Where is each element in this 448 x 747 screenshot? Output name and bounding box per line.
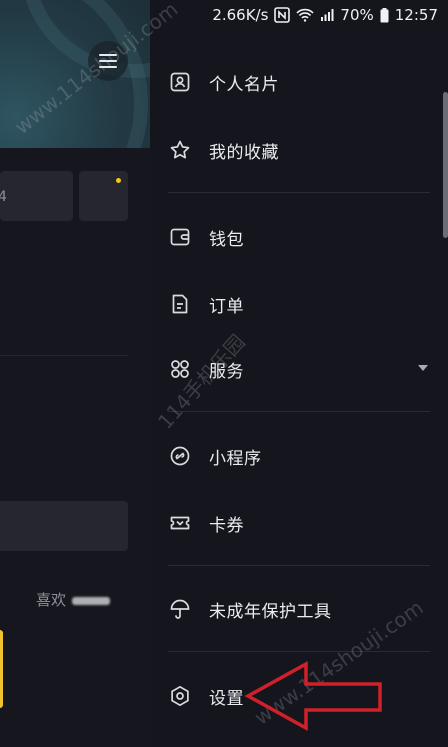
order-icon [168,292,192,316]
like-tab[interactable]: 喜欢 [36,589,111,610]
search-bar[interactable] [0,501,128,551]
drawer-item-label: 未成年保护工具 [209,601,332,622]
drawer-divider [168,411,430,412]
services-icon [168,357,192,381]
redacted-count [72,596,111,605]
drawer-item-label: 我的收藏 [209,142,279,163]
drawer-item-label: 小程序 [209,448,262,469]
status-bar: 2.66K/s 70% 12:57 [150,0,448,30]
drawer-item-profile-card[interactable]: 个人名片 [168,60,448,104]
profile-action-tile[interactable]: 4 [0,171,73,221]
wallet-icon [168,225,192,249]
add-friend-button[interactable] [79,171,191,376]
drawer-item-label: 钱包 [209,229,244,250]
profile-card-icon [168,70,192,94]
drawer-item-mini-programs[interactable]: 小程序 [168,434,448,478]
menu-icon [99,52,117,70]
battery-icon [380,7,389,23]
battery-percent: 70% [340,6,374,24]
drawer-item-label: 订单 [209,296,244,317]
background-profile-page: 4 喜欢 [0,0,191,747]
yellow-card-edge [0,630,3,708]
umbrella-icon [168,597,192,621]
hamburger-menu-button[interactable] [88,41,128,81]
drawer-item-favorites[interactable]: 我的收藏 [168,128,448,172]
drawer-item-coupons[interactable]: 卡券 [168,501,448,545]
drawer-divider [168,565,430,566]
gear-icon [168,684,192,708]
like-label: 喜欢 [36,591,67,609]
side-drawer: 个人名片 我的收藏 钱包 订单 服务 小程序 卡券 未成年保护工具 设置 [150,0,448,747]
chevron-down-icon[interactable] [418,365,428,371]
drawer-item-services[interactable]: 服务 [168,347,448,391]
drawer-divider [168,651,430,652]
drawer-item-minor-protection[interactable]: 未成年保护工具 [168,587,448,631]
wifi-icon [296,8,315,22]
clock: 12:57 [394,6,438,24]
drawer-item-label: 卡券 [209,515,244,536]
drawer-item-label: 个人名片 [209,74,279,95]
star-icon [168,138,192,162]
drawer-item-wallet[interactable]: 钱包 [168,215,448,259]
annotation-arrow-icon [244,661,382,731]
drawer-item-orders[interactable]: 订单 [168,282,448,326]
divider [0,355,128,356]
profile-banner [0,0,150,148]
coupon-icon [168,511,192,535]
drawer-item-label: 设置 [209,688,244,709]
nfc-icon [274,7,291,23]
drawer-divider [168,192,430,193]
mini-program-icon [168,444,192,468]
notification-dot [116,178,121,183]
network-speed: 2.66K/s [212,6,269,24]
signal-icon [320,8,334,22]
drawer-item-label: 服务 [209,361,244,382]
